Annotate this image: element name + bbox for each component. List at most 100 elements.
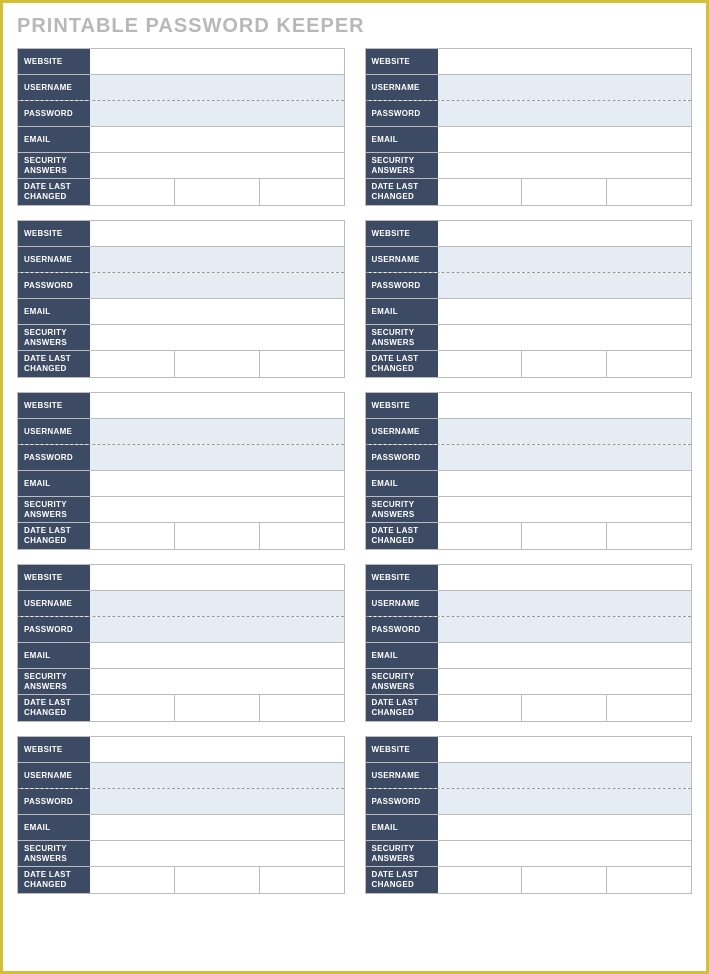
label-username: USERNAME [18,419,90,444]
value-security[interactable] [90,153,344,178]
value-website[interactable] [90,737,344,762]
value-email[interactable] [90,471,344,496]
date-cell-1[interactable] [438,867,523,893]
value-username[interactable] [90,419,344,444]
value-username[interactable] [438,419,692,444]
value-username[interactable] [438,247,692,272]
value-website[interactable] [90,393,344,418]
date-cell-3[interactable] [607,523,691,549]
value-password[interactable] [90,273,344,298]
value-username[interactable] [438,763,692,788]
value-security[interactable] [90,325,344,350]
value-username[interactable] [90,247,344,272]
label-date-changed: DATE LAST CHANGED [366,867,438,893]
date-cell-1[interactable] [90,351,175,377]
value-email[interactable] [438,127,692,152]
value-website[interactable] [90,565,344,590]
date-cell-2[interactable] [522,179,607,205]
value-password[interactable] [438,445,692,470]
value-password[interactable] [90,445,344,470]
value-website[interactable] [438,393,692,418]
value-email[interactable] [90,643,344,668]
date-cell-2[interactable] [175,351,260,377]
label-email: EMAIL [366,643,438,668]
date-cell-3[interactable] [607,695,691,721]
value-username[interactable] [438,591,692,616]
date-cell-2[interactable] [175,523,260,549]
label-website: WEBSITE [366,737,438,762]
date-cell-1[interactable] [438,695,523,721]
value-email[interactable] [438,815,692,840]
value-username[interactable] [90,75,344,100]
row-date-changed: DATE LAST CHANGED [366,867,692,893]
value-website[interactable] [438,737,692,762]
label-security: SECURITY ANSWERS [366,669,438,694]
label-password: PASSWORD [366,273,438,298]
date-cell-3[interactable] [260,179,344,205]
value-security[interactable] [438,669,692,694]
value-password[interactable] [90,617,344,642]
value-email[interactable] [438,643,692,668]
date-cell-1[interactable] [438,351,523,377]
value-email[interactable] [90,815,344,840]
value-email[interactable] [90,127,344,152]
label-email: EMAIL [18,299,90,324]
label-date-changed: DATE LAST CHANGED [18,695,90,721]
date-cell-1[interactable] [90,523,175,549]
date-cell-3[interactable] [607,179,691,205]
date-cell-3[interactable] [607,867,691,893]
date-cell-1[interactable] [438,179,523,205]
label-security: SECURITY ANSWERS [18,153,90,178]
row-security: SECURITY ANSWERS [366,153,692,179]
label-date-changed: DATE LAST CHANGED [18,867,90,893]
value-security[interactable] [90,497,344,522]
value-email[interactable] [438,299,692,324]
value-password[interactable] [90,101,344,126]
date-cell-2[interactable] [175,695,260,721]
date-cell-1[interactable] [438,523,523,549]
date-cell-1[interactable] [90,695,175,721]
value-email[interactable] [438,471,692,496]
date-cell-2[interactable] [522,351,607,377]
password-card: WEBSITEUSERNAMEPASSWORDEMAILSECURITY ANS… [365,564,693,722]
date-cells [438,523,692,549]
date-cell-1[interactable] [90,179,175,205]
value-security[interactable] [438,497,692,522]
value-website[interactable] [438,49,692,74]
value-security[interactable] [438,841,692,866]
label-website: WEBSITE [366,565,438,590]
date-cell-3[interactable] [607,351,691,377]
value-security[interactable] [438,325,692,350]
row-security: SECURITY ANSWERS [18,841,344,867]
value-security[interactable] [90,669,344,694]
value-password[interactable] [438,617,692,642]
date-cell-3[interactable] [260,351,344,377]
date-cell-3[interactable] [260,867,344,893]
date-cell-2[interactable] [522,867,607,893]
value-username[interactable] [90,763,344,788]
value-security[interactable] [90,841,344,866]
value-website[interactable] [438,565,692,590]
value-password[interactable] [438,789,692,814]
row-date-changed: DATE LAST CHANGED [366,179,692,205]
date-cell-3[interactable] [260,523,344,549]
value-website[interactable] [90,49,344,74]
value-email[interactable] [90,299,344,324]
value-password[interactable] [90,789,344,814]
value-security[interactable] [438,153,692,178]
value-password[interactable] [438,101,692,126]
date-cell-2[interactable] [175,867,260,893]
date-cell-2[interactable] [522,523,607,549]
value-username[interactable] [438,75,692,100]
row-website: WEBSITE [366,49,692,75]
value-website[interactable] [438,221,692,246]
date-cell-1[interactable] [90,867,175,893]
value-website[interactable] [90,221,344,246]
date-cell-3[interactable] [260,695,344,721]
value-password[interactable] [438,273,692,298]
value-username[interactable] [90,591,344,616]
row-security: SECURITY ANSWERS [366,497,692,523]
date-cell-2[interactable] [522,695,607,721]
date-cell-2[interactable] [175,179,260,205]
row-security: SECURITY ANSWERS [18,325,344,351]
